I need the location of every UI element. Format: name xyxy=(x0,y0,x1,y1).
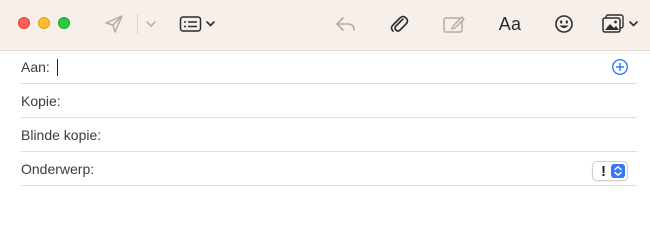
subject-input[interactable] xyxy=(101,157,581,181)
cc-label: Kopie: xyxy=(21,93,61,109)
send-options-button[interactable] xyxy=(145,18,157,30)
add-circle-icon xyxy=(611,58,629,76)
attach-button[interactable] xyxy=(388,12,410,36)
priority-mark: ! xyxy=(601,163,606,180)
reply-button[interactable] xyxy=(333,13,357,35)
markup-button[interactable] xyxy=(442,13,466,35)
toolbar: Aa xyxy=(0,0,650,51)
header-fields-icon xyxy=(179,16,215,32)
to-field-row: Aan: xyxy=(21,51,637,84)
emoji-button[interactable] xyxy=(553,13,575,35)
zoom-button[interactable] xyxy=(58,17,70,29)
text-caret xyxy=(57,59,58,76)
cc-input[interactable] xyxy=(71,89,631,113)
bcc-field-row: Blinde kopie: xyxy=(21,119,637,152)
send-icon xyxy=(105,15,123,33)
markup-icon xyxy=(443,16,465,33)
header-fields-button[interactable] xyxy=(179,13,217,35)
chevron-down-icon xyxy=(146,20,156,27)
emoji-icon xyxy=(555,15,573,33)
bcc-label: Blinde kopie: xyxy=(21,127,102,143)
subject-field-row: Onderwerp: ! xyxy=(21,153,637,186)
minimize-button[interactable] xyxy=(38,17,50,29)
photo-browser-icon xyxy=(602,14,638,33)
bcc-input[interactable] xyxy=(107,123,631,147)
toolbar-divider xyxy=(137,14,138,34)
cc-field-row: Kopie: xyxy=(21,85,637,118)
add-contact-button[interactable] xyxy=(611,58,629,76)
subject-label: Onderwerp: xyxy=(21,161,95,177)
popup-stepper-icon xyxy=(611,164,625,178)
attachment-icon xyxy=(390,15,409,32)
priority-popup[interactable]: ! xyxy=(592,161,628,181)
to-label: Aan: xyxy=(21,59,50,75)
format-button[interactable]: Aa xyxy=(497,12,523,36)
message-body[interactable] xyxy=(0,188,650,242)
close-button[interactable] xyxy=(18,17,30,29)
to-input[interactable] xyxy=(55,55,595,79)
photo-browser-button[interactable] xyxy=(601,12,641,36)
reply-icon xyxy=(336,17,355,31)
send-button[interactable] xyxy=(103,14,125,34)
